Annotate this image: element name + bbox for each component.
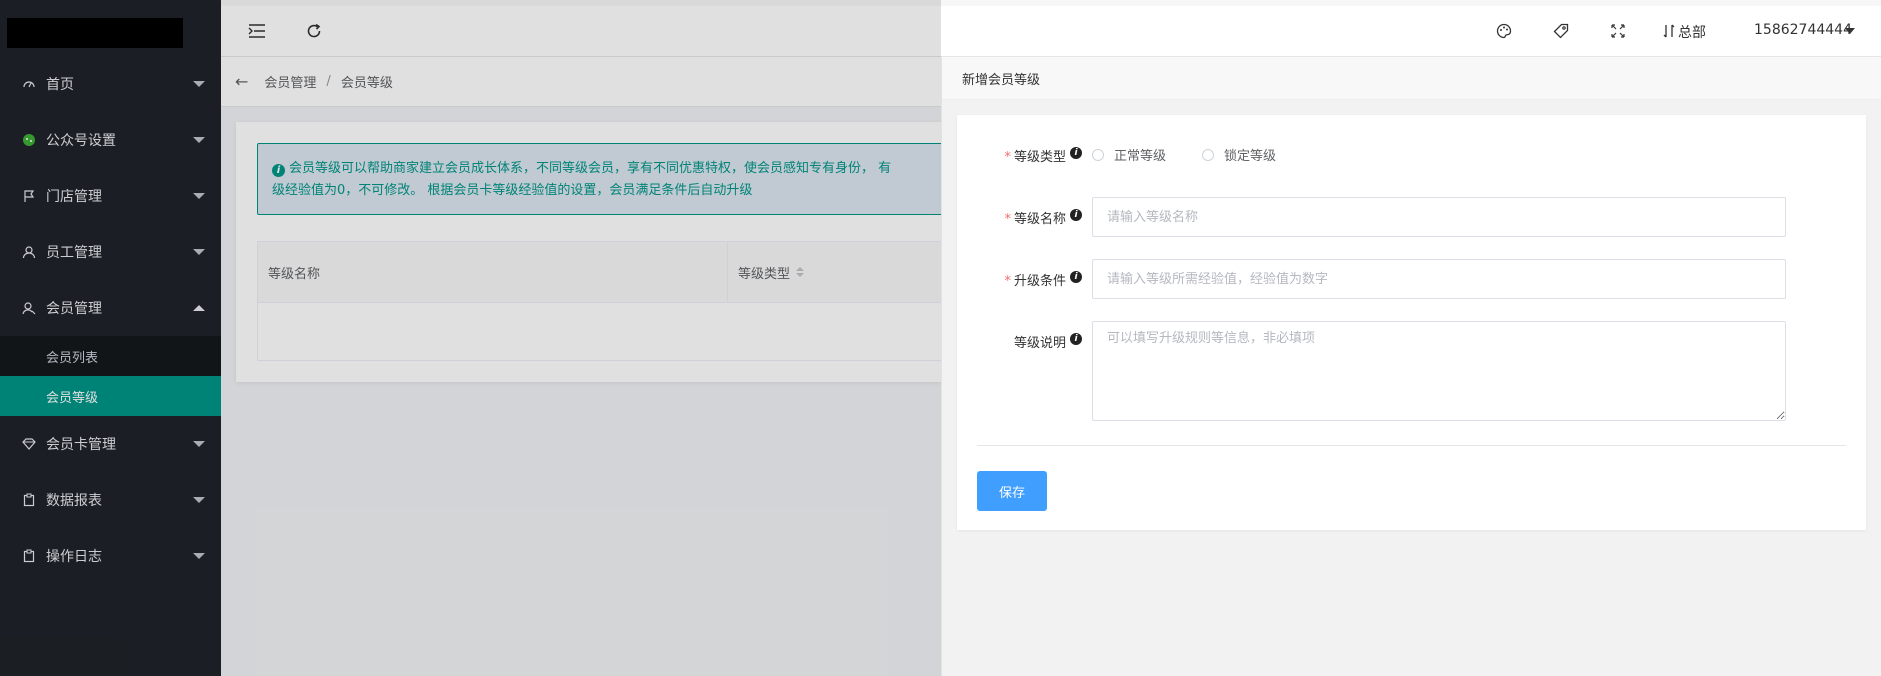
save-button[interactable]: 保存 <box>977 471 1047 511</box>
branch-name[interactable]: 总部 <box>1678 22 1706 42</box>
desc-label: 等级说明 <box>1013 336 1066 351</box>
required-mark: * <box>1004 150 1011 165</box>
drawer-title: 新增会员等级 <box>942 57 1881 100</box>
required-mark: * <box>1004 274 1011 289</box>
radio-normal-level[interactable]: 正常等级 <box>1092 145 1166 164</box>
radio-circle[interactable] <box>1202 148 1214 161</box>
radio-label: 正常等级 <box>1114 149 1167 164</box>
tag-icon[interactable] <box>1550 20 1572 42</box>
palette-icon[interactable] <box>1493 20 1515 42</box>
form-divider <box>977 445 1846 446</box>
fullscreen-icon[interactable] <box>1607 20 1629 42</box>
add-level-form: *等级类型 i 正常等级 锁定等级 *等级名称 i *升级条件 i 等级说明 i <box>957 115 1866 530</box>
add-level-drawer: 新增会员等级 *等级类型 i 正常等级 锁定等级 *等级名称 i *升级条件 i <box>941 57 1881 676</box>
type-label: * 等级类型 <box>1004 150 1066 165</box>
radio-circle[interactable] <box>1092 148 1104 161</box>
switch-branch-icon[interactable] <box>1661 20 1677 42</box>
info-icon[interactable]: i <box>1070 271 1082 283</box>
condition-label: * 升级条件 <box>1004 274 1066 289</box>
level-name-input[interactable] <box>1092 197 1786 237</box>
user-name[interactable]: 15862744444 <box>1754 22 1852 38</box>
required-mark: * <box>1004 212 1011 227</box>
info-icon[interactable]: i <box>1070 209 1082 221</box>
name-label: * 等级名称 <box>1004 212 1066 227</box>
info-icon[interactable]: i <box>1070 147 1082 159</box>
info-icon[interactable]: i <box>1070 333 1082 345</box>
chevron-down-icon[interactable] <box>1843 20 1857 42</box>
radio-label: 锁定等级 <box>1224 149 1277 164</box>
radio-locked-level[interactable]: 锁定等级 <box>1202 145 1276 164</box>
level-description-textarea[interactable] <box>1092 321 1786 421</box>
modal-mask[interactable] <box>0 0 941 676</box>
upgrade-condition-input[interactable] <box>1092 259 1786 299</box>
